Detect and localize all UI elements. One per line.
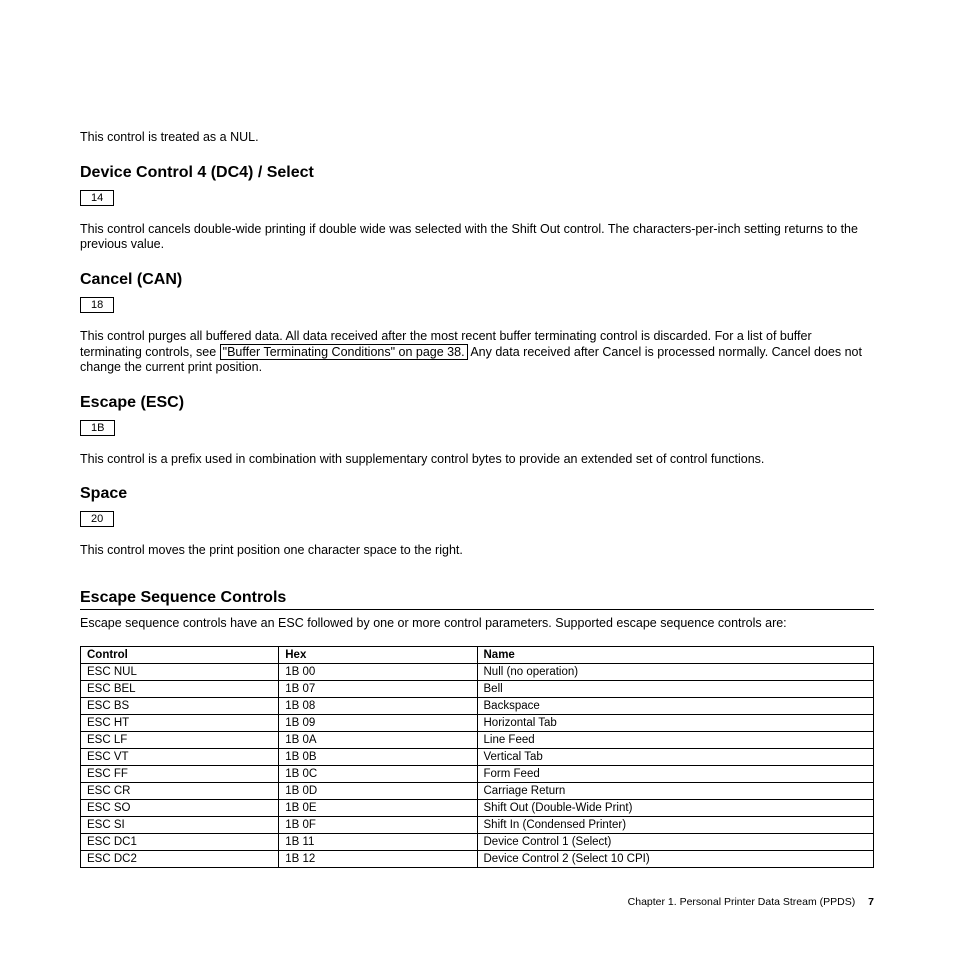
table-row: ESC DC21B 12Device Control 2 (Select 10 …	[81, 850, 874, 867]
hexcode-space: 20	[80, 511, 114, 527]
table-row: ESC HT1B 09Horizontal Tab	[81, 714, 874, 731]
table-cell: ESC FF	[81, 765, 279, 782]
heading-dc4: Device Control 4 (DC4) / Select	[80, 164, 874, 182]
table-cell: ESC CR	[81, 782, 279, 799]
heading-space: Space	[80, 485, 874, 503]
table-cell: 1B 09	[279, 714, 477, 731]
hexcode-dc4: 14	[80, 190, 114, 206]
table-cell: 1B 08	[279, 697, 477, 714]
col-name: Name	[477, 646, 874, 663]
heading-can: Cancel (CAN)	[80, 271, 874, 289]
table-cell: ESC DC2	[81, 850, 279, 867]
table-row: ESC SO1B 0EShift Out (Double-Wide Print)	[81, 799, 874, 816]
table-row: ESC DC11B 11Device Control 1 (Select)	[81, 833, 874, 850]
table-cell: Shift In (Condensed Printer)	[477, 816, 874, 833]
table-cell: Null (no operation)	[477, 663, 874, 680]
body-esc: This control is a prefix used in combina…	[80, 452, 874, 468]
intro-text: This control is treated as a NUL.	[80, 130, 874, 146]
table-row: ESC SI1B 0FShift In (Condensed Printer)	[81, 816, 874, 833]
table-cell: ESC HT	[81, 714, 279, 731]
table-row: ESC NUL1B 00Null (no operation)	[81, 663, 874, 680]
col-control: Control	[81, 646, 279, 663]
table-row: ESC FF1B 0CForm Feed	[81, 765, 874, 782]
table-header-row: Control Hex Name	[81, 646, 874, 663]
body-can: This control purges all buffered data. A…	[80, 329, 874, 376]
body-escseq: Escape sequence controls have an ESC fol…	[80, 616, 874, 632]
table-cell: Form Feed	[477, 765, 874, 782]
table-row: ESC VT1B 0BVertical Tab	[81, 748, 874, 765]
table-cell: ESC SO	[81, 799, 279, 816]
footer-chapter: Chapter 1. Personal Printer Data Stream …	[628, 896, 856, 908]
table-cell: Backspace	[477, 697, 874, 714]
document-page: This control is treated as a NUL. Device…	[0, 0, 954, 948]
escape-controls-table: Control Hex Name ESC NUL1B 00Null (no op…	[80, 646, 874, 868]
table-cell: 1B 0E	[279, 799, 477, 816]
body-space: This control moves the print position on…	[80, 543, 874, 559]
table-cell: Horizontal Tab	[477, 714, 874, 731]
table-cell: ESC SI	[81, 816, 279, 833]
table-cell: ESC NUL	[81, 663, 279, 680]
table-cell: ESC BS	[81, 697, 279, 714]
table-cell: ESC VT	[81, 748, 279, 765]
link-buffer-terminating[interactable]: "Buffer Terminating Conditions" on page …	[220, 344, 468, 360]
table-row: ESC BS1B 08Backspace	[81, 697, 874, 714]
table-cell: 1B 00	[279, 663, 477, 680]
table-cell: Bell	[477, 680, 874, 697]
table-cell: ESC LF	[81, 731, 279, 748]
table-cell: 1B 11	[279, 833, 477, 850]
table-cell: 1B 0A	[279, 731, 477, 748]
table-row: ESC LF1B 0ALine Feed	[81, 731, 874, 748]
table-cell: 1B 0C	[279, 765, 477, 782]
table-cell: Line Feed	[477, 731, 874, 748]
table-row: ESC CR1B 0DCarriage Return	[81, 782, 874, 799]
hexcode-esc: 1B	[80, 420, 115, 436]
table-cell: 1B 0F	[279, 816, 477, 833]
body-dc4: This control cancels double-wide printin…	[80, 222, 874, 253]
table-cell: ESC DC1	[81, 833, 279, 850]
table-cell: Device Control 2 (Select 10 CPI)	[477, 850, 874, 867]
heading-escseq: Escape Sequence Controls	[80, 589, 874, 610]
table-cell: ESC BEL	[81, 680, 279, 697]
page-footer: Chapter 1. Personal Printer Data Stream …	[80, 896, 874, 908]
footer-page-number: 7	[868, 896, 874, 908]
col-hex: Hex	[279, 646, 477, 663]
heading-esc: Escape (ESC)	[80, 394, 874, 412]
table-cell: Vertical Tab	[477, 748, 874, 765]
table-cell: 1B 12	[279, 850, 477, 867]
table-cell: Carriage Return	[477, 782, 874, 799]
table-row: ESC BEL1B 07Bell	[81, 680, 874, 697]
table-cell: 1B 0B	[279, 748, 477, 765]
table-cell: 1B 0D	[279, 782, 477, 799]
hexcode-can: 18	[80, 297, 114, 313]
table-cell: 1B 07	[279, 680, 477, 697]
table-cell: Device Control 1 (Select)	[477, 833, 874, 850]
table-cell: Shift Out (Double-Wide Print)	[477, 799, 874, 816]
